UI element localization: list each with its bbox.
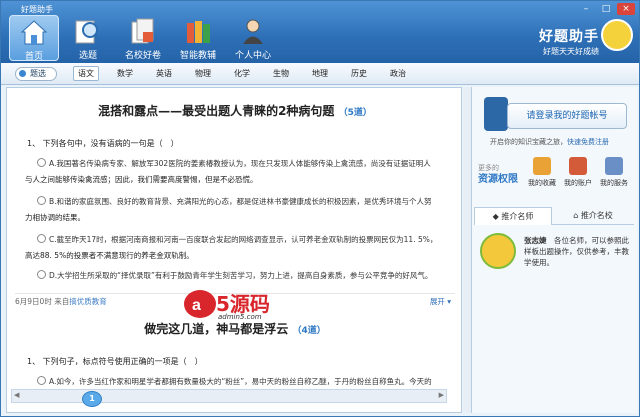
tab-english[interactable]: 英语 (156, 68, 172, 79)
horizontal-scrollbar[interactable]: ◀ ▶ 1 (11, 389, 447, 407)
brand: 好题助手 好题天天好成绩 (539, 26, 599, 57)
recommend-tabs: ◆ 推介名师 ⌂ 推介名校 (474, 207, 634, 225)
minimize-button[interactable]: – (577, 3, 595, 15)
page-indicator[interactable]: 1 (82, 391, 102, 407)
svg-text:a: a (192, 297, 201, 314)
sidebar: 请登录我的好题帐号 开启你的知识宝藏之旅，快速免费注册 更多的 资源权限 我的收藏… (471, 87, 637, 413)
maximize-button[interactable]: □ (597, 3, 615, 15)
nav-profile[interactable]: 个人中心 (228, 15, 278, 61)
article-title-text: 混搭和露点——最受出题人青睐的2种病句题 (98, 104, 335, 118)
nav-select[interactable]: 选题 (63, 15, 113, 61)
account-button[interactable]: 我的账户 (560, 157, 596, 188)
subject-bar: 题选 语文 数学 英语 物理 化学 生物 地理 历史 政治 (1, 63, 639, 85)
post-date: 6月9日0时 (15, 297, 52, 306)
tab-geography[interactable]: 地理 (312, 68, 328, 79)
tab-chinese[interactable]: 语文 (73, 66, 99, 81)
tab-history[interactable]: 历史 (351, 68, 367, 79)
login-button[interactable]: 请登录我的好题帐号 (507, 103, 627, 129)
source-link[interactable]: 搞优质教育 (69, 297, 107, 306)
question2-option-a[interactable]: A.如今，许多当红作家和明星学者都拥有数量极大的“粉丝”，易中天的粉丝自称乙醚，… (37, 374, 455, 389)
nav-profile-label: 个人中心 (234, 51, 271, 61)
teacher-avatar[interactable] (480, 233, 516, 269)
brand-slogan: 好题天天好成绩 (543, 47, 599, 56)
tab-schools[interactable]: ⌂ 推介名校 (554, 207, 632, 225)
service-icon (605, 157, 623, 175)
books-icon (187, 21, 210, 43)
article2-title[interactable]: 做完这几道，神马都是浮云 （4道） (7, 320, 463, 337)
filter-toggle[interactable]: 题选 (15, 67, 57, 81)
vertical-scrollbar[interactable] (463, 87, 471, 413)
person-icon (243, 19, 263, 44)
favorites-button[interactable]: 我的收藏 (524, 157, 560, 188)
account-icon (484, 97, 508, 131)
option-a-cont: 与人之间能够传染禽流感；因此，我们需要高度警惕，但是不必恐慌。 (25, 175, 258, 184)
papers-icon (131, 18, 154, 44)
article2-title-text: 做完这几道，神马都是浮云 (144, 322, 289, 336)
option-b[interactable]: B.和谐的家庭氛围、良好的教育背景、充满阳光的心态，都是促进林书豪健康成长的积极… (37, 194, 455, 209)
rights-label: 更多的 资源权限 (478, 164, 518, 185)
register-note: 开启你的知识宝藏之旅，快速免费注册 (490, 138, 609, 146)
nav-papers[interactable]: 名校好卷 (118, 15, 168, 61)
tab-math[interactable]: 数学 (117, 68, 133, 79)
content-panel: 混搭和露点——最受出题人青睐的2种病句题 （5道） 1、 下列各句中，没有语病的… (6, 87, 462, 413)
option-c-cont: 高达88. 5%的投票者不满意现行的养老金双轨制。 (25, 251, 194, 260)
nav-papers-label: 名校好卷 (124, 51, 161, 61)
nav-select-label: 选题 (78, 51, 97, 61)
option-a[interactable]: A.我国著名传染病专家、解放军302医院的姜素椿教授认为，现在只发现人体能够传染… (37, 156, 455, 171)
title-bar: 好题助手 – □ × 首页 选题 名校好卷 智能教辅 个人中心 好题助手 好题天… (1, 1, 639, 63)
article-title[interactable]: 混搭和露点——最受出题人青睐的2种病句题 （5道） (7, 102, 463, 119)
option-d[interactable]: D.大学招生所采取的“择优录取”有利于鼓励青年学生刻苦学习，努力上进，提高自身素… (37, 268, 455, 283)
tab-biology[interactable]: 生物 (273, 68, 289, 79)
app-window: 好题助手 – □ × 首页 选题 名校好卷 智能教辅 个人中心 好题助手 好题天… (0, 0, 640, 417)
star-icon (533, 157, 551, 175)
teacher-desc: 张志婕 各位名师，可以参照此样板出题操作，仅供参考，丰教学使用。 (524, 236, 629, 267)
article-count: （5道） (338, 108, 372, 118)
option-b-cont: 力相协调的结果。 (25, 213, 85, 222)
nav-home-label: 首页 (24, 52, 43, 62)
app-title: 好题助手 (21, 5, 53, 14)
question-stem: 1、 下列各句中，没有语病的一句是（ ） (27, 139, 179, 148)
school-icon: ⌂ (573, 211, 581, 220)
home-icon (20, 20, 48, 45)
article2-count: （4道） (292, 326, 326, 336)
expand-link[interactable]: 展开 ▾ (430, 296, 451, 307)
scroll-left-icon[interactable]: ◀ (14, 391, 19, 399)
question2-stem: 1、 下列句子，标点符号使用正确的一项是（ ） (27, 357, 203, 366)
option-c[interactable]: C.截至昨天17时，根据河南商报和河南一百度联合发起的网络调查显示，认可养老金双… (37, 232, 455, 247)
source-prefix: 来自 (54, 297, 70, 306)
nav-home[interactable]: 首页 (9, 15, 59, 62)
teacher-name[interactable]: 张志婕 (524, 236, 547, 245)
tab-physics[interactable]: 物理 (195, 68, 211, 79)
nav-tutoring-label: 智能教辅 (179, 51, 216, 61)
brand-logo (601, 19, 633, 51)
tab-politics[interactable]: 政治 (390, 68, 406, 79)
brand-name: 好题助手 (539, 29, 599, 45)
magnifier-icon (75, 20, 102, 44)
tab-teachers[interactable]: ◆ 推介名师 (474, 207, 552, 225)
service-button[interactable]: 我的服务 (596, 157, 632, 188)
close-button[interactable]: × (617, 3, 635, 15)
tab-chemistry[interactable]: 化学 (234, 68, 250, 79)
watermark-logo: a 5源码 admin5.com (182, 284, 302, 324)
register-link[interactable]: 快速免费注册 (567, 138, 609, 146)
account-card-icon (569, 157, 587, 175)
scroll-right-icon[interactable]: ▶ (439, 391, 444, 399)
nav-tutoring[interactable]: 智能教辅 (173, 15, 223, 61)
